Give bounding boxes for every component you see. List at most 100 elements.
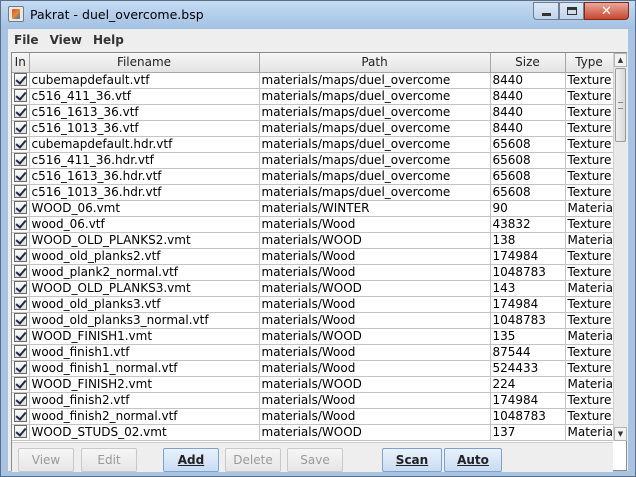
size-cell: 224 <box>489 375 566 393</box>
table-row[interactable]: wood_old_planks3_normal.vtf materials/Woo… <box>12 311 613 329</box>
in-checkbox-cell[interactable] <box>12 71 30 89</box>
add-button[interactable]: Add <box>163 448 219 472</box>
delete-button[interactable]: Delete <box>225 448 281 472</box>
table-row[interactable]: WOOD_FINISH2.vmt materials/WOOD 224 Materia… <box>12 375 613 393</box>
maximize-button[interactable] <box>559 2 584 20</box>
in-checkbox-cell[interactable] <box>12 167 30 185</box>
vertical-scrollbar[interactable]: ▲ ▼ <box>613 53 627 441</box>
size-cell: 90 <box>489 199 566 217</box>
table-row[interactable]: c516_1613_36.vtf materials/maps/duel_over… <box>12 103 613 121</box>
table-row[interactable]: wood_finish1_normal.vtf materials/Wood 524… <box>12 359 613 377</box>
scan-button[interactable]: Scan <box>382 448 442 472</box>
table-row[interactable]: WOOD_FINISH1.vmt materials/WOOD 135 Materia… <box>12 327 613 345</box>
scroll-down-button[interactable]: ▼ <box>614 427 627 441</box>
auto-button[interactable]: Auto <box>444 448 502 472</box>
table-row[interactable]: WOOD_OLD_PLANKS3.vmt materials/WOOD 143 Mat… <box>12 279 613 297</box>
view-button[interactable]: View <box>18 448 74 472</box>
table-row[interactable]: cubemapdefault.hdr.vtf materials/maps/due… <box>12 135 613 153</box>
include-checkbox[interactable] <box>13 425 27 438</box>
menu-file[interactable]: File <box>9 33 44 47</box>
include-checkbox[interactable] <box>13 409 27 422</box>
include-checkbox[interactable] <box>13 137 27 150</box>
include-checkbox[interactable] <box>13 265 27 278</box>
table-row[interactable]: wood_plank2_normal.vtf materials/Wood 1048… <box>12 263 613 281</box>
in-checkbox-cell[interactable] <box>12 135 30 153</box>
save-button[interactable]: Save <box>287 448 343 472</box>
include-checkbox[interactable] <box>13 393 27 406</box>
in-checkbox-cell[interactable] <box>12 87 30 105</box>
in-checkbox-cell[interactable] <box>12 279 30 297</box>
table-row[interactable]: c516_411_36.vtf materials/maps/duel_overc… <box>12 87 613 105</box>
include-checkbox[interactable] <box>13 89 27 102</box>
include-checkbox[interactable] <box>13 329 27 342</box>
table-row[interactable]: c516_1613_36.hdr.vtf materials/maps/duel_… <box>12 167 613 185</box>
include-checkbox[interactable] <box>13 313 27 326</box>
column-header-type[interactable]: Type <box>564 53 613 73</box>
table-row[interactable]: c516_1013_36.hdr.vtf materials/maps/duel_… <box>12 183 613 201</box>
in-checkbox-cell[interactable] <box>12 407 30 425</box>
in-checkbox-cell[interactable] <box>12 327 30 345</box>
menu-view[interactable]: View <box>45 33 87 47</box>
table-row[interactable]: wood_old_planks2.vtf materials/Wood 174984… <box>12 247 613 265</box>
close-icon: ✕ <box>601 3 612 19</box>
menu-help[interactable]: Help <box>88 33 129 47</box>
include-checkbox[interactable] <box>13 121 27 134</box>
include-checkbox[interactable] <box>13 345 27 358</box>
in-checkbox-cell[interactable] <box>12 423 30 441</box>
column-header-in[interactable]: In <box>12 53 30 73</box>
scroll-thumb[interactable] <box>615 68 626 142</box>
table-row[interactable]: WOOD_06.vmt materials/WINTER 90 Material <box>12 199 613 217</box>
table-row[interactable]: c516_1013_36.vtf materials/maps/duel_over… <box>12 119 613 137</box>
column-header-size[interactable]: Size <box>489 53 566 73</box>
in-checkbox-cell[interactable] <box>12 359 30 377</box>
column-header-filename[interactable]: Filename <box>28 53 260 73</box>
in-checkbox-cell[interactable] <box>12 343 30 361</box>
table-row[interactable]: cubemapdefault.vtf materials/maps/duel_ov… <box>12 71 613 89</box>
in-checkbox-cell[interactable] <box>12 231 30 249</box>
table-row[interactable]: c516_411_36.hdr.vtf materials/maps/duel_o… <box>12 151 613 169</box>
in-checkbox-cell[interactable] <box>12 311 30 329</box>
include-checkbox[interactable] <box>13 361 27 374</box>
table-row[interactable]: wood_finish2.vtf materials/Wood 174984 Text… <box>12 391 613 409</box>
include-checkbox[interactable] <box>13 249 27 262</box>
column-header-path[interactable]: Path <box>258 53 491 73</box>
scroll-up-button[interactable]: ▲ <box>614 53 627 67</box>
in-checkbox-cell[interactable] <box>12 263 30 281</box>
close-button[interactable]: ✕ <box>584 2 629 20</box>
table-row[interactable]: wood_old_planks3.vtf materials/Wood 174984… <box>12 295 613 313</box>
table-row[interactable]: wood_finish1.vtf materials/Wood 87544 Textu… <box>12 343 613 361</box>
in-checkbox-cell[interactable] <box>12 119 30 137</box>
in-checkbox-cell[interactable] <box>12 391 30 409</box>
include-checkbox[interactable] <box>13 153 27 166</box>
size-cell: 65608 <box>489 167 566 185</box>
filename-cell: c516_411_36.hdr.vtf <box>28 151 260 169</box>
minimize-button[interactable] <box>533 2 559 20</box>
title-bar[interactable]: Pakrat - duel_overcome.bsp ✕ <box>1 1 635 29</box>
table-row[interactable]: WOOD_OLD_PLANKS2.vmt materials/WOOD 138 Mat… <box>12 231 613 249</box>
table-row[interactable]: wood_06.vtf materials/Wood 43832 Texture <box>12 215 613 233</box>
include-checkbox[interactable] <box>13 185 27 198</box>
size-cell: 8440 <box>489 103 566 121</box>
in-checkbox-cell[interactable] <box>12 295 30 313</box>
edit-button[interactable]: Edit <box>81 448 137 472</box>
include-checkbox[interactable] <box>13 377 27 390</box>
in-checkbox-cell[interactable] <box>12 103 30 121</box>
in-checkbox-cell[interactable] <box>12 375 30 393</box>
include-checkbox[interactable] <box>13 297 27 310</box>
table-row[interactable]: wood_finish2_normal.vtf materials/Wood 104… <box>12 407 613 425</box>
in-checkbox-cell[interactable] <box>12 215 30 233</box>
include-checkbox[interactable] <box>13 281 27 294</box>
include-checkbox[interactable] <box>13 169 27 182</box>
table-row[interactable]: WOOD_STUDS_02.vmt materials/WOOD 137 Materi… <box>12 423 613 441</box>
type-cell: Material <box>564 423 613 441</box>
include-checkbox[interactable] <box>13 233 27 246</box>
in-checkbox-cell[interactable] <box>12 247 30 265</box>
path-cell: materials/maps/duel_overcome <box>258 103 491 121</box>
include-checkbox[interactable] <box>13 201 27 214</box>
in-checkbox-cell[interactable] <box>12 151 30 169</box>
in-checkbox-cell[interactable] <box>12 183 30 201</box>
include-checkbox[interactable] <box>13 105 27 118</box>
include-checkbox[interactable] <box>13 73 27 86</box>
include-checkbox[interactable] <box>13 217 27 230</box>
in-checkbox-cell[interactable] <box>12 199 30 217</box>
